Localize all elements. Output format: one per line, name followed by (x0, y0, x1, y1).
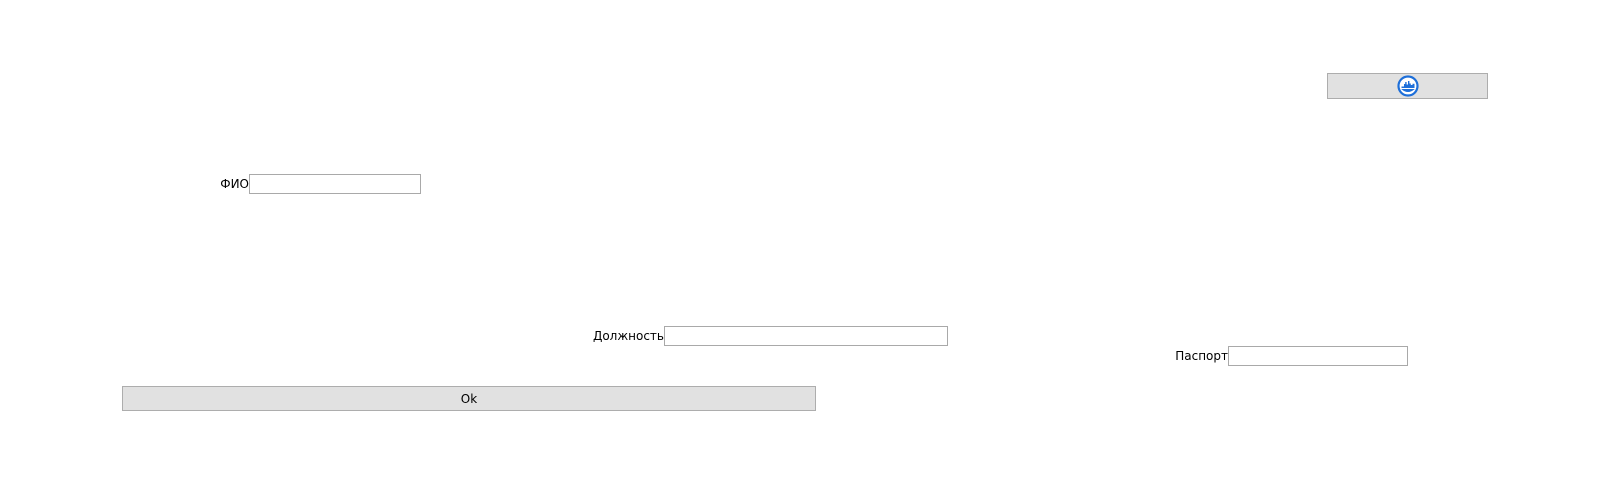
position-input[interactable] (664, 326, 948, 346)
ok-button-label: Ok (460, 391, 478, 406)
passport-input[interactable] (1228, 346, 1408, 366)
ok-button[interactable]: Ok (122, 386, 816, 411)
fio-label: ФИО (220, 177, 249, 191)
passport-label: Паспорт (1175, 349, 1228, 363)
position-label: Должность (592, 329, 664, 343)
fio-input[interactable] (249, 174, 421, 194)
refresh-button[interactable] (1327, 73, 1488, 99)
refresh-icon (1396, 75, 1419, 97)
